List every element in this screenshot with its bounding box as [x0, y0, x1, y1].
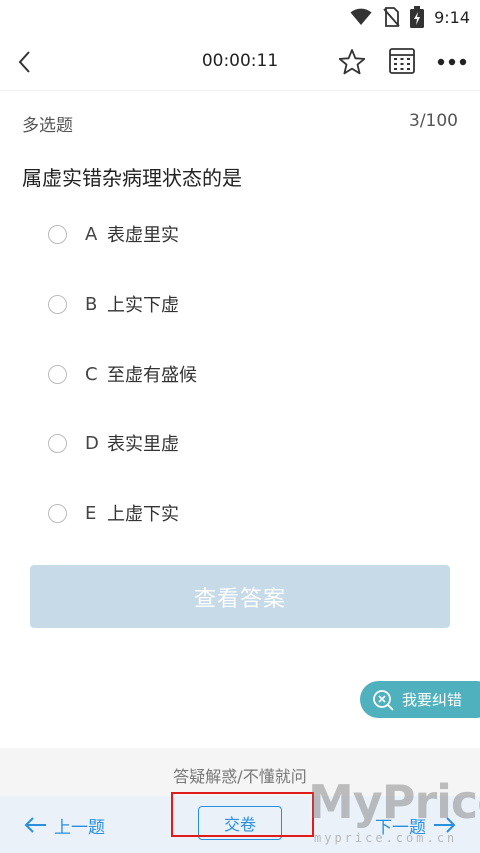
report-error-label: 我要纠错	[402, 691, 463, 709]
option-text: 表实里虚	[107, 434, 179, 455]
star-icon	[338, 49, 366, 75]
option-text: 上虚下实	[107, 504, 179, 525]
option-a[interactable]: A 表虚里实	[40, 211, 440, 257]
arrow-right-icon	[434, 817, 456, 833]
answer-sheet-icon	[389, 48, 415, 74]
option-letter: C	[85, 363, 98, 385]
question-type: 多选题	[22, 116, 73, 136]
previous-question-button[interactable]: 上一题	[24, 813, 105, 838]
answer-sheet-button[interactable]	[388, 47, 416, 75]
status-icons: 9:14	[350, 6, 470, 28]
option-text: 表虚里实	[107, 225, 179, 246]
option-text: 至虚有盛候	[107, 365, 197, 386]
radio-circle-icon	[48, 364, 67, 384]
ask-question-label: 答疑解惑/不懂就问	[173, 767, 307, 786]
radio-circle-icon	[48, 224, 67, 244]
option-b[interactable]: B 上实下虚	[40, 281, 440, 327]
option-letter: E	[85, 502, 97, 524]
wifi-icon	[350, 8, 372, 25]
question-header: 多选题 3/100	[0, 92, 480, 152]
question-stem: 属虚实错杂病理状态的是	[22, 166, 242, 190]
search-close-icon	[373, 689, 394, 711]
option-text: 上实下虚	[107, 295, 179, 316]
arrow-left-icon	[24, 817, 46, 833]
next-question-label: 下一题	[375, 817, 426, 838]
option-d[interactable]: D 表实里虚	[40, 420, 440, 466]
radio-circle-icon	[48, 503, 67, 523]
top-toolbar: 00:00:11	[0, 34, 480, 91]
bottom-navigation: 上一题 交卷 下一题	[0, 796, 480, 853]
radio-circle-icon	[48, 433, 67, 453]
previous-question-label: 上一题	[54, 817, 105, 838]
more-button[interactable]	[436, 48, 468, 76]
question-progress: 3/100	[409, 111, 458, 131]
ask-question-bar[interactable]: 答疑解惑/不懂就问	[0, 748, 480, 796]
option-c[interactable]: C 至虚有盛候	[40, 351, 440, 397]
view-answer-button[interactable]: 查看答案	[30, 565, 450, 628]
next-question-button[interactable]: 下一题	[375, 813, 456, 838]
favorite-button[interactable]	[338, 48, 366, 76]
report-error-button[interactable]: 我要纠错	[360, 681, 480, 718]
no-sim-icon	[383, 7, 400, 27]
more-icon	[437, 58, 467, 66]
option-letter: A	[85, 223, 98, 245]
status-bar: 9:14	[0, 0, 480, 34]
option-e[interactable]: E 上虚下实	[40, 490, 440, 536]
battery-charging-icon	[410, 6, 425, 28]
status-time: 9:14	[434, 7, 470, 27]
submit-exam-button[interactable]: 交卷	[198, 806, 282, 840]
radio-circle-icon	[48, 294, 67, 314]
option-letter: B	[85, 293, 98, 315]
option-letter: D	[85, 432, 99, 454]
